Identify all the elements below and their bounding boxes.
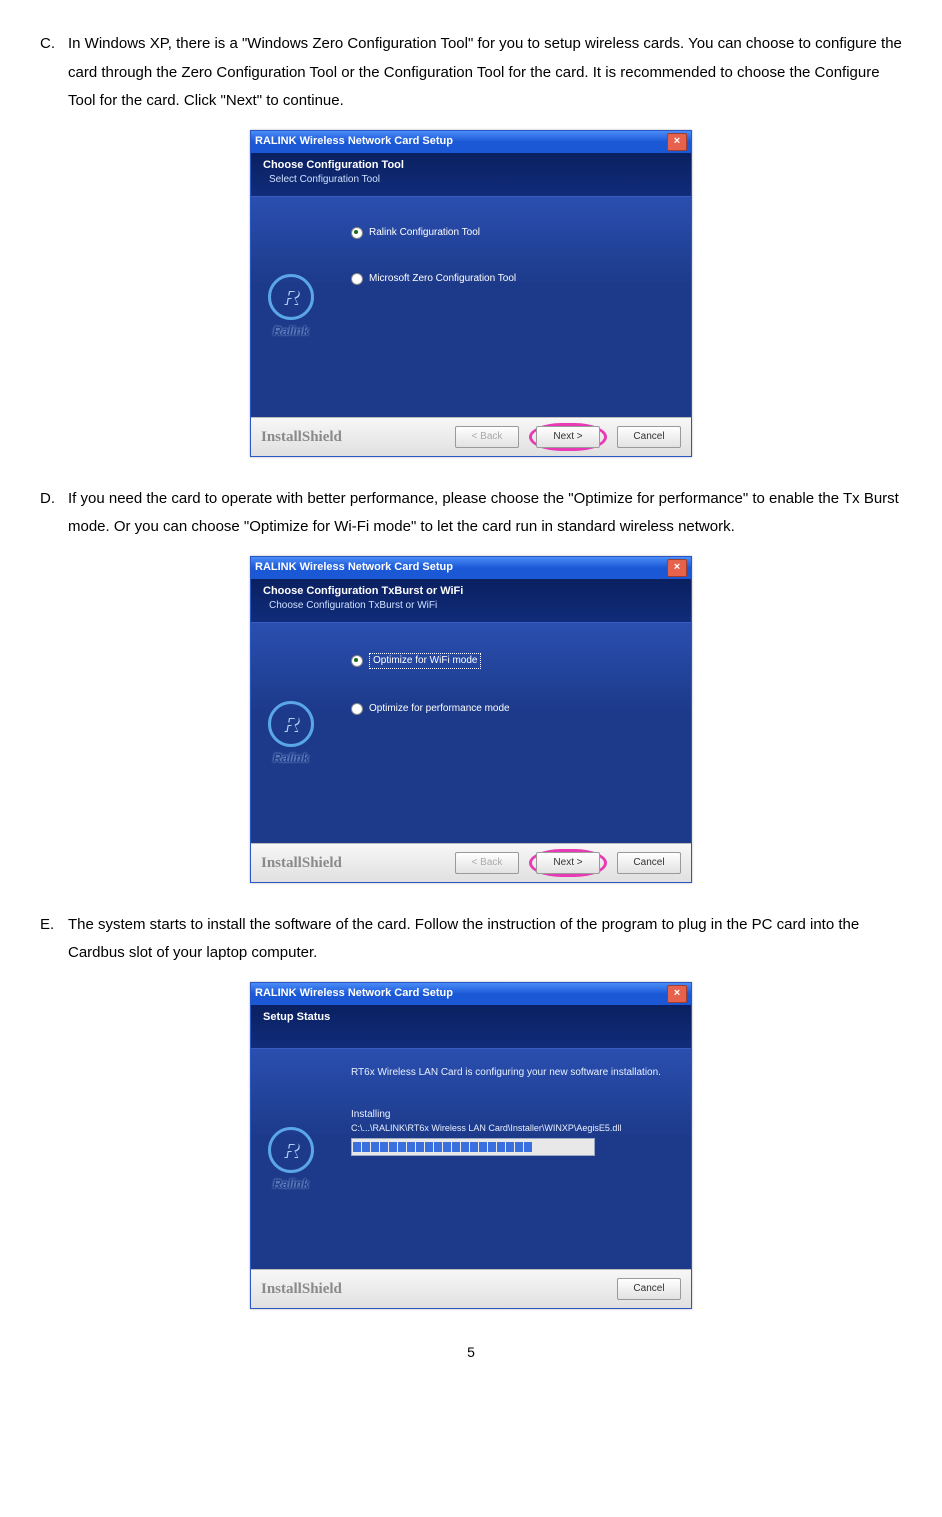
item-letter: E. [40,911,68,968]
cancel-button[interactable]: Cancel [617,852,681,874]
logo-text: Ralink [268,1177,314,1191]
titlebar: RALINK Wireless Network Card Setup × [251,131,691,153]
panel-body: Ralink Ralink Configuration Tool Microso… [251,197,691,417]
list-item-c: C. In Windows XP, there is a "Windows Ze… [40,30,902,116]
sidebar-logo-area: Ralink [251,623,331,843]
logo-icon [268,274,314,320]
sidebar-logo-area: Ralink [251,1049,331,1269]
radio-icon [351,655,363,667]
item-text: In Windows XP, there is a "Windows Zero … [68,30,902,116]
installshield-label: InstallShield [261,1280,342,1298]
panel-subtitle [269,1026,679,1038]
logo-text: Ralink [268,751,314,765]
radio-label: Microsoft Zero Configuration Tool [369,273,516,285]
panel-header: Choose Configuration TxBurst or WiFi Cho… [251,579,691,623]
logo-text: Ralink [268,324,314,338]
item-text: The system starts to install the softwar… [68,911,902,968]
installshield-label: InstallShield [261,854,342,872]
installshield-label: InstallShield [261,428,342,446]
radio-icon [351,273,363,285]
window-title: RALINK Wireless Network Card Setup [255,135,453,148]
panel-header: Choose Configuration Tool Select Configu… [251,153,691,197]
radio-icon [351,703,363,715]
button-bar: InstallShield < Back Next > Cancel [251,417,691,456]
sidebar-logo-area: Ralink [251,197,331,417]
status-text: RT6x Wireless LAN Card is configuring yo… [351,1067,671,1079]
item-letter: C. [40,30,68,116]
install-window: RALINK Wireless Network Card Setup × Set… [250,982,692,1309]
installing-label: Installing [351,1109,671,1121]
back-button: < Back [455,852,519,874]
back-button: < Back [455,426,519,448]
radio-icon [351,227,363,239]
content-area: Optimize for WiFi mode Optimize for perf… [331,623,691,843]
install-path: C:\...\RALINK\RT6x Wireless LAN Card\Ins… [351,1123,671,1134]
ralink-logo: Ralink [268,1127,314,1191]
button-bar: InstallShield < Back Next > Cancel [251,843,691,882]
next-highlight-oval: Next > [529,849,607,877]
titlebar: RALINK Wireless Network Card Setup × [251,983,691,1005]
close-icon[interactable]: × [667,133,687,151]
install-window: RALINK Wireless Network Card Setup × Cho… [250,130,692,457]
item-letter: D. [40,485,68,542]
install-window: RALINK Wireless Network Card Setup × Cho… [250,556,692,883]
item-text: If you need the card to operate with bet… [68,485,902,542]
panel-body: Ralink Optimize for WiFi mode Optimize f… [251,623,691,843]
radio-label: Optimize for performance mode [369,703,510,715]
next-highlight-oval: Next > [529,423,607,451]
panel-title: Setup Status [263,1011,679,1024]
radio-label: Ralink Configuration Tool [369,227,480,239]
close-icon[interactable]: × [667,559,687,577]
panel-header: Setup Status [251,1005,691,1049]
titlebar: RALINK Wireless Network Card Setup × [251,557,691,579]
panel-title: Choose Configuration Tool [263,159,679,172]
radio-option-1[interactable]: Optimize for WiFi mode [351,653,671,669]
next-button[interactable]: Next > [536,426,600,448]
screenshot-1: RALINK Wireless Network Card Setup × Cho… [40,130,902,457]
ralink-logo: Ralink [268,274,314,338]
radio-option-2[interactable]: Microsoft Zero Configuration Tool [351,273,671,285]
content-area: Ralink Configuration Tool Microsoft Zero… [331,197,691,417]
panel-subtitle: Select Configuration Tool [269,174,679,186]
screenshot-2: RALINK Wireless Network Card Setup × Cho… [40,556,902,883]
button-bar: InstallShield Cancel [251,1269,691,1308]
panel-subtitle: Choose Configuration TxBurst or WiFi [269,600,679,612]
window-title: RALINK Wireless Network Card Setup [255,987,453,1000]
content-area: RT6x Wireless LAN Card is configuring yo… [331,1049,691,1269]
radio-option-2[interactable]: Optimize for performance mode [351,703,671,715]
close-icon[interactable]: × [667,985,687,1003]
logo-icon [268,1127,314,1173]
cancel-button[interactable]: Cancel [617,426,681,448]
ralink-logo: Ralink [268,701,314,765]
screenshot-3: RALINK Wireless Network Card Setup × Set… [40,982,902,1309]
next-button[interactable]: Next > [536,852,600,874]
panel-title: Choose Configuration TxBurst or WiFi [263,585,679,598]
progress-bar [351,1138,595,1156]
cancel-button[interactable]: Cancel [617,1278,681,1300]
radio-option-1[interactable]: Ralink Configuration Tool [351,227,671,239]
page-number: 5 [40,1339,902,1366]
panel-body: Ralink RT6x Wireless LAN Card is configu… [251,1049,691,1269]
radio-label: Optimize for WiFi mode [369,653,481,669]
logo-icon [268,701,314,747]
window-title: RALINK Wireless Network Card Setup [255,561,453,574]
list-item-e: E. The system starts to install the soft… [40,911,902,968]
list-item-d: D. If you need the card to operate with … [40,485,902,542]
